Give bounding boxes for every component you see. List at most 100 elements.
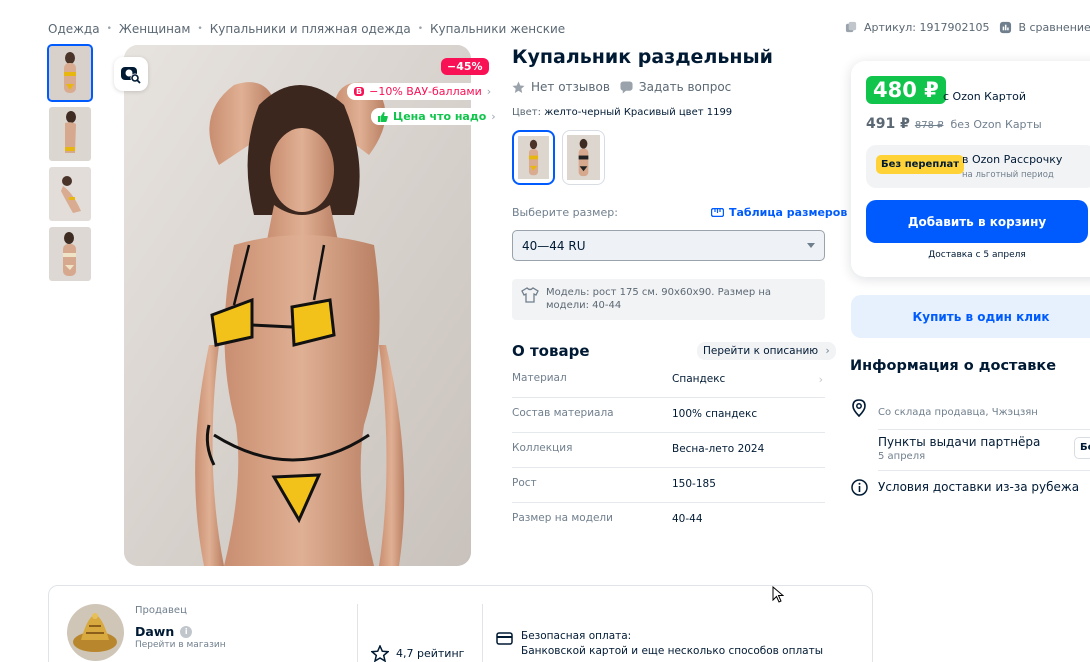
top-actions: Артикул: 1917902105 В сравнение П: [845, 21, 1090, 34]
gallery-thumbnail[interactable]: [49, 107, 91, 161]
chat-icon: [620, 80, 633, 94]
size-table-link[interactable]: Таблица размеров: [711, 206, 847, 219]
thumbnail-image: [49, 107, 91, 161]
ozon-card-label: с Ozon Картой: [943, 90, 1026, 103]
compare-label: В сравнение: [1018, 21, 1090, 34]
color-variant[interactable]: [562, 130, 605, 185]
seller-name[interactable]: Dawn: [135, 624, 174, 639]
card-payment-icon: [496, 632, 513, 645]
spec-key: Материал: [512, 372, 567, 384]
image-search-button[interactable]: [114, 57, 148, 91]
spec-key: Рост: [512, 477, 537, 489]
installment-title: в Ozon Рассрочку: [962, 153, 1063, 166]
fair-price-label: Цена что надо: [393, 110, 487, 123]
tshirt-icon: [521, 287, 539, 303]
installment-subtitle: на льготный период: [962, 170, 1054, 180]
chevron-right-icon: ›: [818, 373, 823, 386]
divider: [878, 429, 1090, 430]
product-meta: Нет отзывов Задать вопрос: [512, 80, 741, 94]
seller-name-row: Dawn i: [135, 624, 193, 639]
spec-key: Размер на модели: [512, 512, 613, 524]
chevron-down-icon: [807, 243, 815, 248]
seller-caption: Продавец: [135, 605, 187, 616]
regular-price: 491 ₽: [866, 116, 910, 132]
compare-icon: [1000, 21, 1012, 34]
gallery-thumbnail[interactable]: [49, 227, 91, 281]
regular-price-row: 491 ₽ 878 ₽ без Ozon Карты: [866, 116, 1042, 132]
breadcrumb-item[interactable]: Женщинам: [119, 22, 191, 36]
gallery-thumbnail[interactable]: [47, 44, 93, 102]
spec-key: Состав материала: [512, 407, 614, 419]
spec-value: 150-185: [672, 478, 716, 490]
pickup-points-option[interactable]: Пункты выдачи партнёра: [878, 435, 1040, 449]
breadcrumb-item[interactable]: Купальники женские: [430, 22, 565, 36]
thumbnail-image: [49, 227, 91, 281]
chevron-right-icon: ›: [825, 345, 830, 357]
pickup-date: 5 апреля: [878, 451, 926, 462]
spec-row: Материал Спандекс ›: [512, 363, 825, 398]
color-label: Цвет:: [512, 107, 542, 118]
goto-description-link[interactable]: Перейти к описанию ›: [697, 342, 836, 360]
size-select-value: 40—44 RU: [522, 238, 586, 253]
model-info-text: Модель: рост 175 см. 90x60x90. Размер на…: [546, 287, 772, 311]
star-outline-icon: [371, 645, 389, 662]
discount-badge: −45%: [441, 58, 489, 75]
thumbnail-image: [49, 46, 91, 100]
spec-value: 100% спандекс: [672, 408, 758, 420]
secure-payment-title: Безопасная оплата:: [521, 630, 632, 642]
seller-rating: 4,7 рейтинг: [371, 645, 464, 662]
old-price: 878 ₽: [914, 120, 944, 131]
ask-question-link[interactable]: Задать вопрос: [620, 80, 731, 94]
breadcrumb-separator: •: [197, 24, 203, 34]
color-variant[interactable]: [512, 130, 555, 185]
add-to-cart-button[interactable]: Добавить в корзину: [866, 200, 1088, 243]
info-icon[interactable]: i: [180, 625, 193, 638]
divider: [482, 604, 483, 662]
fair-price-badge[interactable]: Цена что надо ›: [371, 108, 503, 125]
wow-icon: В: [354, 87, 365, 96]
model-info: Модель: рост 175 см. 90x60x90. Размер на…: [512, 279, 825, 320]
buy-one-click-button[interactable]: Купить в один клик: [851, 295, 1090, 338]
installment-badge: Без переплат: [876, 155, 965, 174]
size-table-label: Таблица размеров: [729, 206, 848, 219]
size-label: Выберите размер:: [512, 206, 618, 219]
chevron-right-icon: ›: [486, 85, 492, 98]
ruler-icon: [711, 208, 724, 217]
color-value: желто-черный Красивый цвет 1199: [544, 107, 733, 118]
about-title: О товаре: [512, 342, 590, 360]
compare-button[interactable]: В сравнение: [999, 21, 1090, 34]
location-pin-icon: [852, 399, 866, 417]
size-select[interactable]: 40—44 RU: [512, 230, 825, 261]
delivery-warehouse: Со склада продавца, Чжэцзян: [878, 407, 1038, 418]
thumbnail-image: [49, 167, 91, 221]
delivery-title: Информация о доставке: [850, 358, 1057, 374]
ozon-card-price: 480 ₽: [866, 76, 946, 104]
divider: [357, 604, 358, 662]
product-title: Купальник раздельный: [512, 46, 773, 68]
gallery-thumbnail[interactable]: [49, 167, 91, 221]
spec-row: Размер на модели 40-44: [512, 503, 825, 538]
breadcrumb-separator: •: [106, 24, 112, 34]
thumbs-up-icon: [378, 111, 388, 122]
secure-payment-text: Банковской картой и еще несколько способ…: [521, 645, 824, 657]
article-number[interactable]: Артикул: 1917902105: [845, 21, 989, 34]
breadcrumb-item[interactable]: Купальники и пляжная одежда: [210, 22, 411, 36]
camera-search-icon: [121, 67, 141, 84]
breadcrumb-item[interactable]: Одежда: [48, 22, 100, 36]
seller-logo-image: [67, 604, 124, 661]
reviews-link[interactable]: Нет отзывов: [512, 80, 610, 94]
spec-key: Коллекция: [512, 442, 573, 454]
copy-icon: [845, 21, 857, 33]
spec-row: Состав материала 100% спандекс: [512, 398, 825, 433]
variant-image: [567, 135, 600, 180]
wow-badge-label: −10% ВАУ-баллами: [369, 85, 482, 98]
spec-value: Весна-лето 2024: [672, 443, 765, 455]
chevron-right-icon: ›: [491, 110, 496, 123]
delivery-date-note: Доставка с 5 апреля: [928, 250, 1026, 260]
seller-avatar[interactable]: [67, 604, 124, 661]
customs-conditions-link[interactable]: Условия доставки из-за рубежа: [878, 480, 1079, 494]
article-label: Артикул: 1917902105: [864, 21, 990, 34]
wow-points-badge[interactable]: В −10% ВАУ-баллами ›: [347, 83, 499, 100]
mouse-cursor-icon: [772, 586, 784, 603]
go-to-store-link[interactable]: Перейти в магазин: [135, 640, 226, 650]
